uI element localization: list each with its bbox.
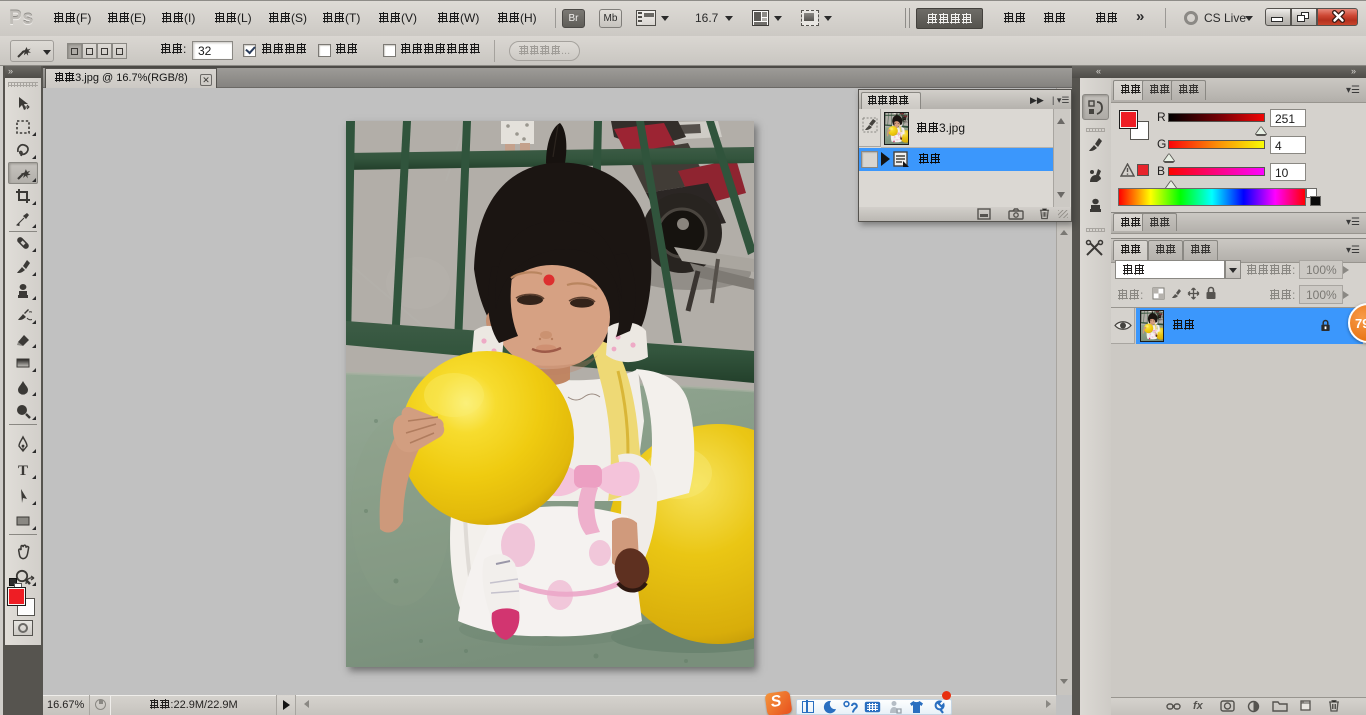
svg-text:T: T (18, 463, 28, 479)
